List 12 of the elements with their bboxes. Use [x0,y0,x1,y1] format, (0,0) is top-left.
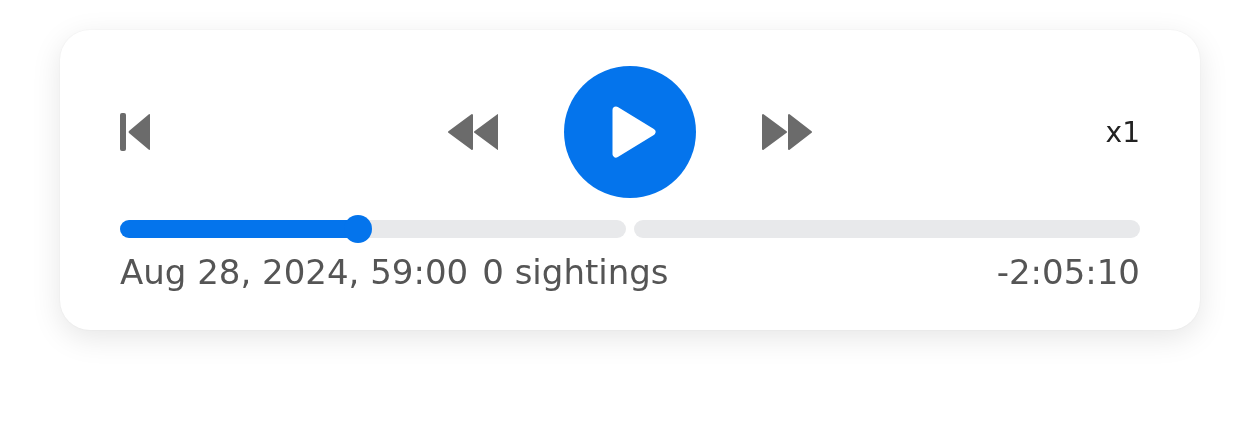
rewind-icon [448,113,498,151]
skip-back-icon [120,113,152,151]
remaining-time: -2:05:10 [996,252,1140,292]
speed-button[interactable]: x1 [1105,115,1140,149]
timeline-track[interactable] [120,220,626,238]
timestamp-text: Aug 28, 2024, 59:00 [120,252,469,292]
fast-forward-button[interactable] [762,113,812,151]
sightings-count: 0 sightings [482,252,669,292]
fast-forward-icon [762,113,812,151]
skip-back-button[interactable] [120,113,152,151]
rewind-button[interactable] [448,113,498,151]
play-icon [612,106,656,158]
